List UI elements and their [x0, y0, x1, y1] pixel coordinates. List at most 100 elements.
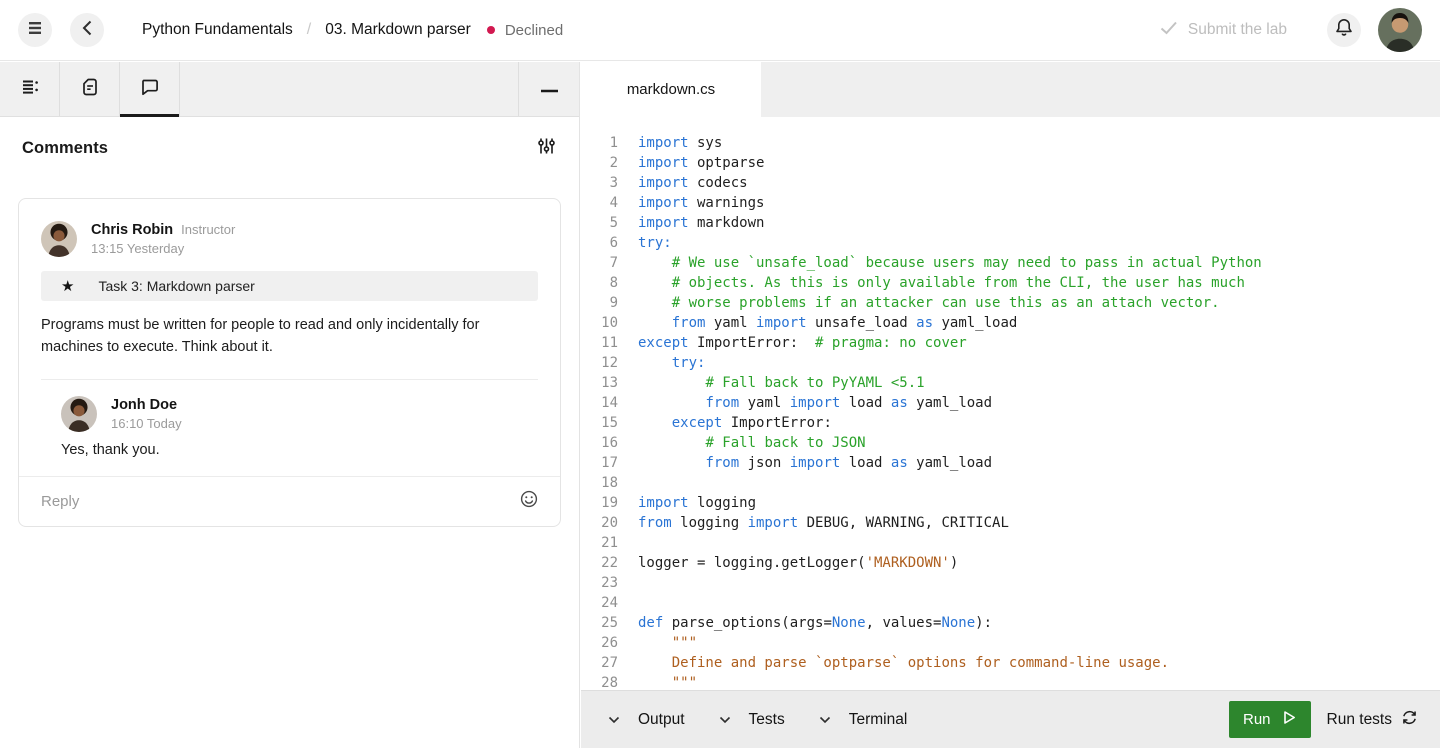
- reply-input[interactable]: [41, 493, 510, 510]
- user-avatar[interactable]: [1378, 8, 1422, 52]
- file-tab-markdown-cs[interactable]: markdown.cs: [581, 62, 761, 117]
- comment-card: Chris Robin Instructor 13:15 Yesterday ★…: [18, 198, 561, 527]
- submit-lab-label: Submit the lab: [1188, 21, 1287, 39]
- filter-sliders-icon: [538, 137, 555, 160]
- breadcrumb-course[interactable]: Python Fundamentals: [142, 21, 293, 39]
- code-line: 6try:: [581, 233, 1440, 253]
- comment-author-name: Chris Robin: [91, 222, 173, 238]
- panel-toggle-label: Output: [638, 711, 685, 729]
- code-line: 5import markdown: [581, 213, 1440, 233]
- line-number: 5: [581, 213, 618, 233]
- code-line: 28 """: [581, 673, 1440, 690]
- code-line: 1import sys: [581, 133, 1440, 153]
- outline-icon: [20, 77, 40, 102]
- line-number: 1: [581, 133, 618, 153]
- run-tests-button[interactable]: Run tests: [1327, 709, 1418, 731]
- comment-icon: [139, 77, 160, 102]
- comment-timestamp: 13:15 Yesterday: [91, 241, 235, 256]
- line-number: 14: [581, 393, 618, 413]
- line-number: 22: [581, 553, 618, 573]
- code-line: 17 from json import load as yaml_load: [581, 453, 1440, 473]
- submit-lab-button[interactable]: Submit the lab: [1160, 21, 1287, 40]
- play-icon: [1271, 709, 1297, 730]
- code-line: 3import codecs: [581, 173, 1440, 193]
- code-line: 7 # We use `unsafe_load` because users m…: [581, 253, 1440, 273]
- document-icon: [80, 77, 100, 102]
- line-number: 17: [581, 453, 618, 473]
- code-line: 8 # objects. As this is only available f…: [581, 273, 1440, 293]
- line-number: 23: [581, 573, 618, 593]
- line-number: 26: [581, 633, 618, 653]
- line-number: 19: [581, 493, 618, 513]
- panel-toggle-label: Tests: [749, 711, 785, 729]
- line-number: 10: [581, 313, 618, 333]
- top-bar: Python Fundamentals / 03. Markdown parse…: [0, 0, 1440, 61]
- line-number: 16: [581, 433, 618, 453]
- line-number: 9: [581, 293, 618, 313]
- line-number: 18: [581, 473, 618, 493]
- line-number: 13: [581, 373, 618, 393]
- breadcrumb-separator: /: [307, 21, 311, 39]
- code-line: 14 from yaml import load as yaml_load: [581, 393, 1440, 413]
- refresh-icon: [1392, 709, 1418, 731]
- panel-toggle-output[interactable]: Output: [608, 711, 685, 729]
- emoji-picker-button[interactable]: [520, 490, 538, 513]
- task-reference-label: Task 3: Markdown parser: [98, 278, 254, 294]
- panel-toggles: Output Tests Terminal: [608, 711, 941, 729]
- tab-outline[interactable]: [0, 62, 60, 116]
- run-button-label: Run: [1243, 711, 1271, 728]
- line-number: 4: [581, 193, 618, 213]
- chevron-down-icon: [719, 716, 740, 724]
- breadcrumb-lesson[interactable]: 03. Markdown parser: [325, 21, 471, 39]
- reply-input-row: [19, 476, 560, 526]
- comments-filter-button[interactable]: [538, 137, 555, 160]
- code-line: 13 # Fall back to PyYAML <5.1: [581, 373, 1440, 393]
- notifications-button[interactable]: [1327, 13, 1361, 47]
- tabstrip-spacer: [180, 62, 518, 116]
- panel-toggle-terminal[interactable]: Terminal: [819, 711, 908, 729]
- comment-author-row: Chris Robin Instructor 13:15 Yesterday: [41, 221, 538, 257]
- panel-toggle-tests[interactable]: Tests: [719, 711, 785, 729]
- code-line: 20from logging import DEBUG, WARNING, CR…: [581, 513, 1440, 533]
- bell-icon: [1335, 18, 1353, 42]
- run-tests-label: Run tests: [1327, 711, 1392, 729]
- code-line: 16 # Fall back to JSON: [581, 433, 1440, 453]
- collapse-panel-button[interactable]: [518, 62, 579, 116]
- line-number: 8: [581, 273, 618, 293]
- code-line: 12 try:: [581, 353, 1440, 373]
- task-reference[interactable]: ★ Task 3: Markdown parser: [41, 271, 538, 301]
- hamburger-menu-button[interactable]: [18, 13, 52, 47]
- tab-document[interactable]: [60, 62, 120, 116]
- reply-text: Yes, thank you.: [61, 442, 538, 458]
- code-editor: markdown.cs 1import sys2import optparse3…: [581, 62, 1440, 690]
- chevron-left-icon: [82, 20, 92, 41]
- code-line: 18: [581, 473, 1440, 493]
- line-number: 6: [581, 233, 618, 253]
- sidebar: Comments Chris Robin Instructor 13:15 Ye…: [0, 62, 580, 748]
- code-area[interactable]: 1import sys2import optparse3import codec…: [581, 117, 1440, 690]
- code-line: 2import optparse: [581, 153, 1440, 173]
- tab-comments[interactable]: [120, 62, 180, 116]
- line-number: 27: [581, 653, 618, 673]
- line-number: 24: [581, 593, 618, 613]
- run-button[interactable]: Run: [1229, 701, 1311, 738]
- line-number: 28: [581, 673, 618, 690]
- code-line: 19import logging: [581, 493, 1440, 513]
- smiley-icon: [520, 490, 538, 513]
- chevron-down-icon: [608, 716, 629, 724]
- editor-tabbar: markdown.cs: [581, 62, 1440, 117]
- code-lines: 1import sys2import optparse3import codec…: [581, 133, 1440, 690]
- back-button[interactable]: [70, 13, 104, 47]
- code-line: 15 except ImportError:: [581, 413, 1440, 433]
- panel-toggle-label: Terminal: [849, 711, 908, 729]
- chevron-down-icon: [819, 716, 840, 724]
- line-number: 11: [581, 333, 618, 353]
- code-line: 9 # worse problems if an attacker can us…: [581, 293, 1440, 313]
- line-number: 3: [581, 173, 618, 193]
- instructor-avatar: [41, 221, 77, 257]
- status-label: Declined: [505, 22, 563, 39]
- line-number: 15: [581, 413, 618, 433]
- status-badge: Declined: [487, 22, 563, 39]
- reply-timestamp: 16:10 Today: [111, 416, 182, 431]
- code-line: 26 """: [581, 633, 1440, 653]
